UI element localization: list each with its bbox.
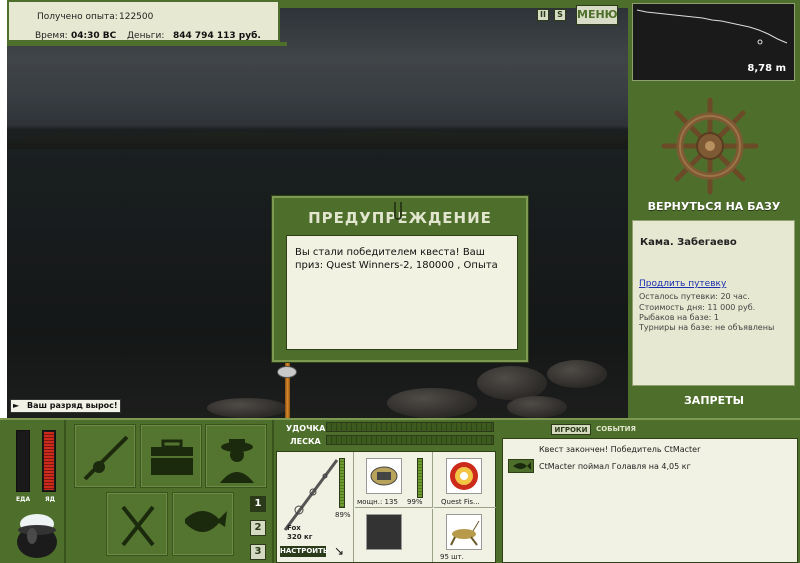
float-thumbnail [366, 514, 402, 550]
line-gauge-label: ЛЕСКА [290, 437, 321, 446]
reel-power: мощн.: 135 [357, 498, 398, 506]
rod-weight: 320 кг [287, 533, 313, 541]
set-button-3[interactable]: 3 [250, 544, 266, 560]
food-label: ЕДА [16, 496, 31, 503]
rod-percent: 89% [335, 511, 351, 519]
depth-value: 8,78 m [747, 63, 786, 74]
event-line: Квест закончен! Победитель CtMacter [539, 445, 701, 454]
exp-label: Получено опыта: [37, 12, 118, 22]
rod-gauge-label: УДОЧКА [286, 424, 326, 433]
reel-thumbnail [366, 458, 402, 494]
line-thumbnail [446, 458, 482, 494]
reel-icon [370, 466, 398, 486]
permit-remaining: Осталось путевки: 20 час. [639, 292, 750, 301]
fisherman-icon [220, 439, 254, 483]
setup-button[interactable]: НАСТРОИТЬ [280, 546, 328, 557]
line-spool-icon [450, 462, 478, 490]
return-to-base-label[interactable]: ВЕРНУТЬСЯ НА БАЗУ [628, 200, 800, 213]
base-title: Кама. Забегаево [640, 237, 737, 248]
food-slot[interactable] [106, 492, 168, 556]
arrow-down-right-icon: ↘ [334, 544, 345, 558]
dialog-message: Вы стали победителем квеста! Ваш приз: Q… [295, 247, 498, 271]
tab-players[interactable]: ИГРОКИ [551, 424, 591, 435]
set-button-1[interactable]: 1 [250, 496, 266, 512]
rank-up-notification[interactable]: Ваш разряд вырос! [10, 399, 121, 413]
drink-label: ЯД [45, 496, 55, 503]
hook-icon [394, 202, 402, 220]
left-edge [0, 0, 7, 418]
menu-button[interactable]: МЕНЮ [576, 5, 618, 25]
bait-cell[interactable]: 95 шт. [434, 509, 496, 562]
status-panel-divider [64, 420, 66, 563]
time-label: Время: [35, 31, 68, 41]
depth-profile-line [636, 9, 788, 44]
rank-up-text: Ваш разряд вырос! [27, 401, 118, 410]
line-name: Quest Fis... [441, 498, 480, 506]
reel-icon [277, 366, 297, 378]
set-button-2[interactable]: 2 [250, 520, 266, 536]
float-marker-icon [757, 39, 763, 45]
event-log: Квест закончен! Победитель CtMacter CtMa… [502, 438, 798, 563]
return-to-base-button[interactable] [660, 96, 760, 196]
warning-dialog: ПРЕДУПРЕЖДЕНИЕ Вы стали победителем квес… [272, 196, 528, 362]
pause-button[interactable]: II [537, 9, 549, 21]
inventory-divider [272, 420, 274, 563]
drink-meter-fill [44, 432, 54, 490]
bait-count: 95 шт. [440, 553, 464, 561]
food-meter [16, 430, 30, 492]
line-tension-gauge [326, 435, 494, 445]
reel-cell[interactable]: мощн.: 135 99% [355, 452, 433, 508]
fish-icon [513, 462, 531, 470]
info-panel-shadow [7, 42, 287, 46]
dialog-message-box: Вы стали победителем квеста! Ваш приз: Q… [286, 235, 518, 350]
rod-reel-icon [83, 435, 129, 481]
arrow-right-icon: ► [13, 401, 20, 410]
tackle-case-icon [151, 439, 193, 475]
bans-button[interactable]: ЗАПРЕТЫ [628, 394, 800, 407]
ship-wheel-icon [661, 97, 759, 195]
reel-percent: 99% [407, 498, 423, 506]
extend-permit-link[interactable]: Продлить путевку [639, 279, 726, 289]
cooking-pot-icon [17, 514, 57, 558]
tab-events[interactable]: СОБЫТИЯ [594, 424, 638, 435]
fish-icon [185, 511, 227, 532]
fork-knife-icon [121, 505, 155, 547]
money-value: 844 794 113 руб. [173, 31, 261, 41]
line-cell[interactable]: Quest Fis... [434, 452, 496, 508]
exp-value: 122500 [119, 12, 154, 22]
tackle-case-slot[interactable] [140, 424, 202, 488]
rod-durability-bar [339, 458, 345, 508]
fisherman-slot[interactable] [205, 424, 267, 488]
drink-meter [42, 430, 56, 492]
base-info-panel: Кама. Забегаево Продлить путевку Осталос… [632, 220, 795, 386]
tournaments-info: Турниры на базе: не объявлены [639, 323, 775, 332]
food-pot-button[interactable] [14, 508, 60, 560]
rod-tension-gauge [326, 422, 494, 432]
time-value: 04:30 ВС [71, 31, 117, 41]
day-cost: Стоимость дня: 11 000 руб. [639, 303, 756, 312]
grasshopper-icon [450, 520, 480, 546]
player-info-panel: Получено опыта: 122500 Время: 04:30 ВС Д… [7, 0, 280, 42]
reel-durability-bar [417, 458, 423, 498]
rod-name: Fox [287, 524, 301, 532]
fish-catch-icon [508, 459, 534, 473]
sound-button[interactable]: S [554, 9, 566, 21]
money-label: Деньги: [127, 31, 165, 41]
bait-thumbnail [446, 514, 482, 550]
fishers-count: Рыбаков на базе: 1 [639, 313, 719, 322]
float-cell[interactable] [355, 509, 433, 562]
depth-sonar-panel: 8,78 m [632, 3, 795, 81]
event-line: CtMacter поймал Голавля на 4,05 кг [539, 462, 691, 471]
tackle-box-slot[interactable] [74, 424, 136, 488]
fish-keepnet-slot[interactable] [172, 492, 234, 556]
